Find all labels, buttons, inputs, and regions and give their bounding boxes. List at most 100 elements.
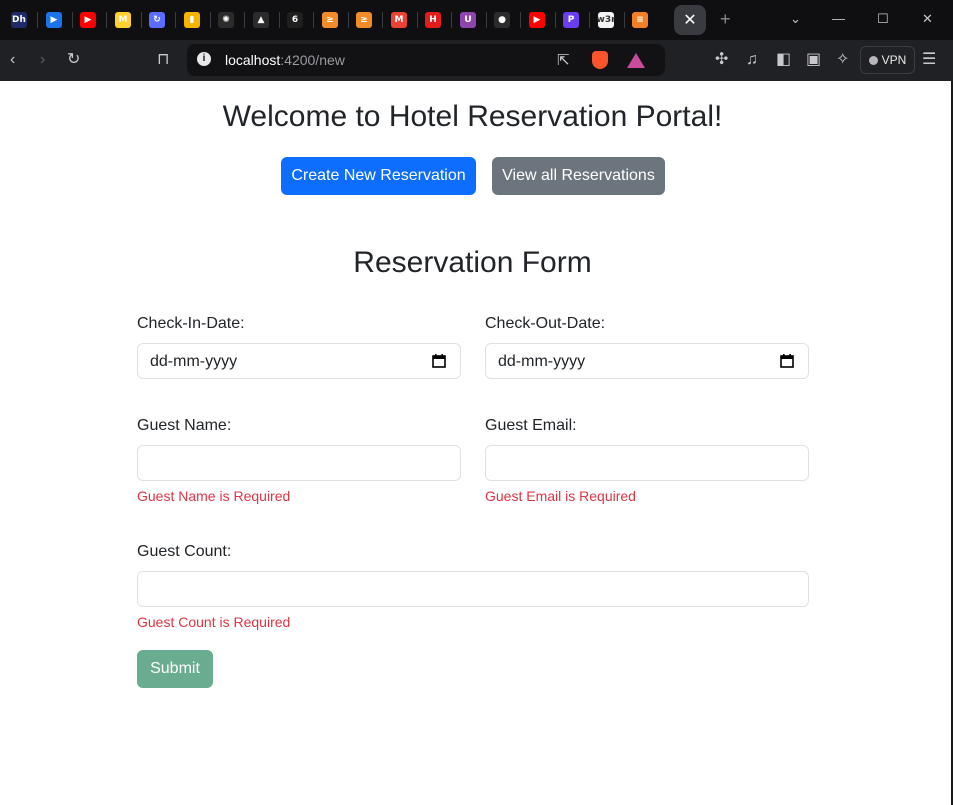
sync-icon: ↻ (149, 12, 165, 28)
maximize-window-icon[interactable]: ☐ (877, 11, 889, 27)
tab-separator (382, 12, 383, 28)
guest-name-input[interactable] (137, 445, 461, 481)
checkin-placeholder: dd-mm-yyyy (150, 353, 238, 370)
menu-icon[interactable]: ☰ (922, 50, 936, 70)
browser-toolbar: ‹ › ↻ ⊓ i localhost:4200/new ⇱ ✣ ♫ ◧ ▣ ✧… (0, 40, 953, 82)
pinned-tab[interactable]: M (386, 7, 412, 33)
tab-separator (589, 12, 590, 28)
new-tab-icon[interactable]: + (720, 9, 731, 30)
tab-separator (279, 12, 280, 28)
miro-icon: M (115, 12, 131, 28)
active-tab[interactable]: ✕ (674, 5, 706, 35)
tab-separator (37, 12, 38, 28)
form-title: Reservation Form (353, 246, 592, 279)
tab-separator (141, 12, 142, 28)
url-text[interactable]: localhost:4200/new (225, 52, 345, 68)
guest-count-label: Guest Count: (137, 543, 232, 560)
share-icon[interactable]: ⇱ (557, 51, 570, 69)
close-window-icon[interactable]: ✕ (922, 11, 933, 27)
tab-separator (520, 12, 521, 28)
submit-button[interactable]: Submit (137, 650, 213, 688)
guest-name-label: Guest Name: (137, 417, 232, 434)
guest-count-error: Guest Count is Required (137, 614, 291, 630)
reload-icon[interactable]: ↻ (67, 50, 80, 70)
page-title: Welcome to Hotel Reservation Portal! (222, 100, 723, 133)
arrow-icon: ≥ (322, 12, 338, 28)
view-reservations-button[interactable]: View all Reservations (492, 157, 665, 195)
pinned-tab[interactable]: ● (489, 7, 515, 33)
pinned-tab[interactable]: 6 (282, 7, 308, 33)
forward-icon[interactable]: › (40, 50, 45, 70)
checkin-label: Check-In-Date: (137, 315, 245, 332)
close-tab-icon[interactable]: ✕ (683, 10, 696, 30)
calendar-icon[interactable] (780, 354, 794, 368)
pinned-tab[interactable]: ▶ (524, 7, 550, 33)
pinned-tab[interactable]: ↻ (144, 7, 170, 33)
wallet-icon[interactable]: ▣ (806, 50, 821, 70)
guest-count-input[interactable] (137, 571, 809, 607)
checkout-label: Check-Out-Date: (485, 315, 606, 332)
pinned-tab[interactable]: M (110, 7, 136, 33)
vpn-button[interactable]: VPN (860, 46, 915, 74)
tab-separator (210, 12, 211, 28)
tab-separator (417, 12, 418, 28)
tab-separator (313, 12, 314, 28)
p-icon: P (563, 12, 579, 28)
pinned-tab[interactable]: ▶ (41, 7, 67, 33)
pinned-tab[interactable]: w3r (593, 7, 619, 33)
url-path: :4200/new (280, 52, 345, 68)
chart-icon: ▮ (184, 12, 200, 28)
tab-search-chevron-icon[interactable]: ⌄ (790, 11, 801, 27)
tab-separator (244, 12, 245, 28)
pinned-tab[interactable]: ▶ (75, 7, 101, 33)
minimize-window-icon[interactable]: — (832, 11, 845, 26)
h-icon: H (425, 12, 441, 28)
devhub-icon: Dh (11, 12, 27, 28)
pinned-tab[interactable]: ≥ (317, 7, 343, 33)
browser-tab-strip: Dh ▶ ▶ M ↻ ▮ ✺ ▲ 6 ≥ ≥ M H U ● ▶ Pw3r ≡ ✕ + ⌄ — ☐ ✕ (0, 0, 953, 40)
leo-ai-icon[interactable]: ✧ (836, 50, 849, 70)
u-icon: U (460, 12, 476, 28)
pinned-tab[interactable]: P (558, 7, 584, 33)
checkin-date-input[interactable]: dd-mm-yyyy (137, 343, 461, 379)
sidebar-icon[interactable]: ◧ (776, 50, 791, 70)
pinned-tab[interactable]: Dh (6, 7, 32, 33)
brave-rewards-icon[interactable] (627, 53, 645, 68)
calendar-icon[interactable] (432, 354, 446, 368)
checkout-placeholder: dd-mm-yyyy (498, 353, 586, 370)
tab-separator (106, 12, 107, 28)
gmail-icon: M (391, 12, 407, 28)
address-bar[interactable]: i localhost:4200/new ⇱ (187, 44, 665, 76)
url-host: localhost (225, 52, 281, 68)
mountain-icon: ▲ (253, 12, 269, 28)
tab-separator (555, 12, 556, 28)
w3r-icon: w3r (597, 12, 616, 28)
pinned-tab[interactable]: ▮ (179, 7, 205, 33)
media-icon[interactable]: ♫ (746, 50, 758, 70)
page-content: Welcome to Hotel Reservation Portal! Cre… (0, 81, 953, 805)
tab-separator (624, 12, 625, 28)
guest-email-error: Guest Email is Required (485, 488, 636, 504)
bookmark-icon[interactable]: ⊓ (157, 50, 169, 70)
tab-separator (175, 12, 176, 28)
pinned-tab[interactable]: ✺ (213, 7, 239, 33)
pinned-tab[interactable]: ≥ (351, 7, 377, 33)
guest-email-input[interactable] (485, 445, 809, 481)
tab-separator (486, 12, 487, 28)
back-icon[interactable]: ‹ (10, 50, 15, 70)
openai-icon: ✺ (218, 12, 234, 28)
guest-email-label: Guest Email: (485, 417, 577, 434)
pinned-tab[interactable]: ≡ (627, 7, 653, 33)
site-info-icon[interactable]: i (197, 52, 211, 66)
pinned-tab[interactable]: H (420, 7, 446, 33)
extensions-icon[interactable]: ✣ (715, 50, 728, 70)
vpn-status-icon (868, 55, 878, 65)
pinned-tab[interactable]: ▲ (248, 7, 274, 33)
pinned-tab[interactable]: U (455, 7, 481, 33)
arrow-icon: ≥ (356, 12, 372, 28)
create-reservation-button[interactable]: Create New Reservation (281, 157, 476, 195)
github-icon: ● (494, 12, 510, 28)
checkout-date-input[interactable]: dd-mm-yyyy (485, 343, 809, 379)
play-icon: ▶ (46, 12, 62, 28)
brave-shields-icon[interactable] (592, 51, 608, 69)
